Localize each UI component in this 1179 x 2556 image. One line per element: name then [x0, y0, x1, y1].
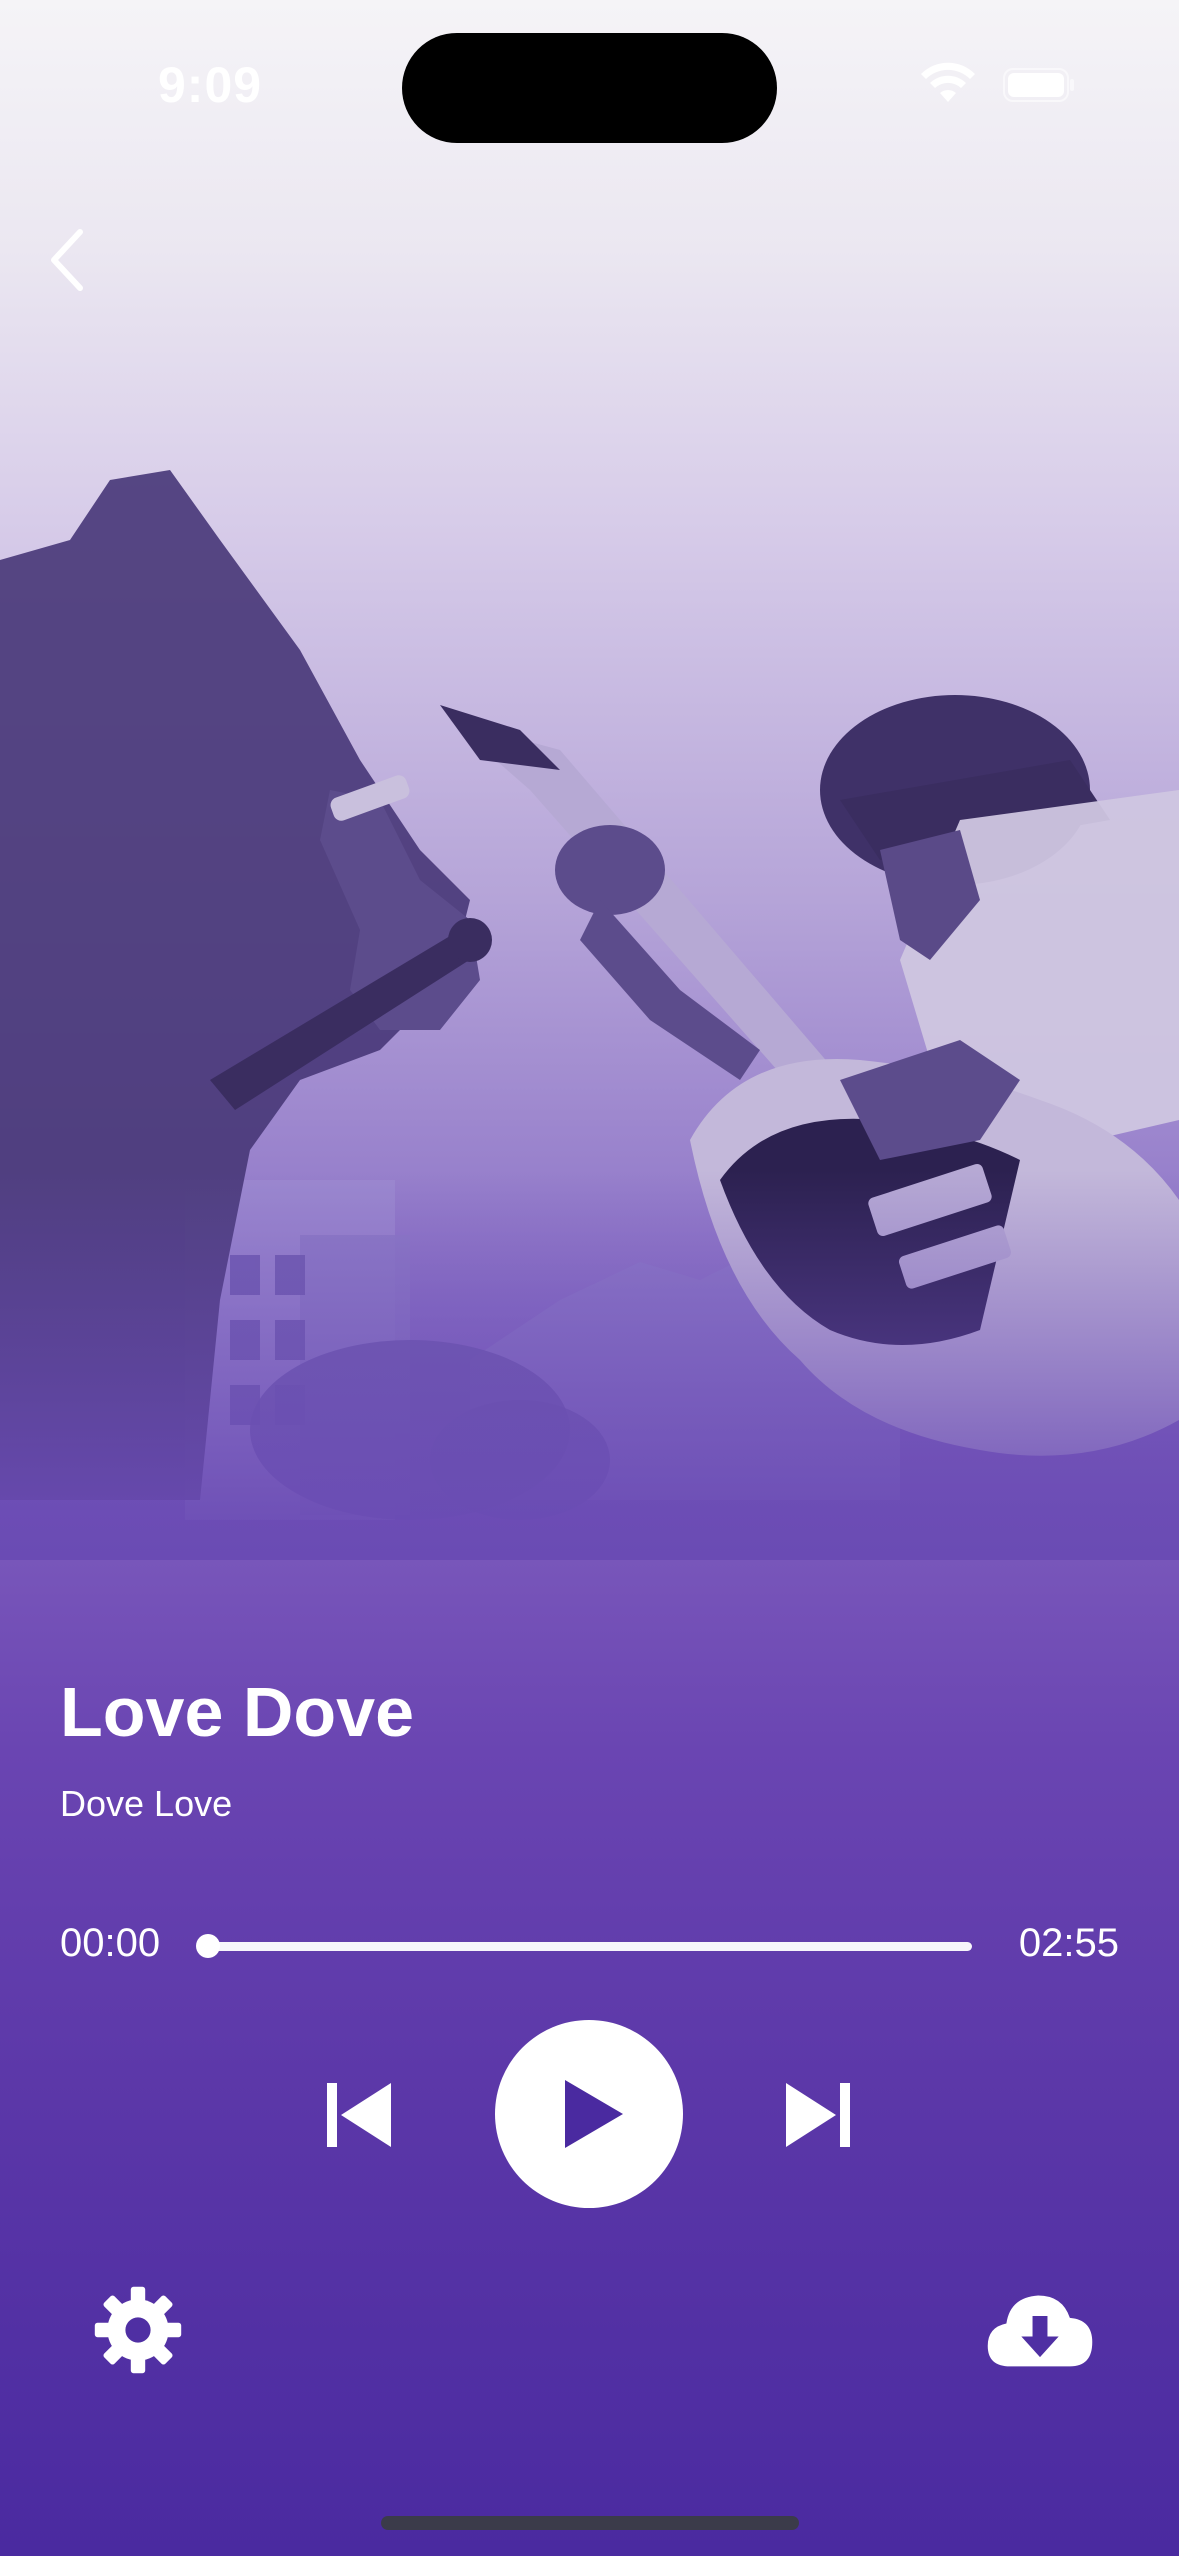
chevron-left-icon: [51, 229, 83, 291]
status-time: 9:09: [158, 57, 263, 113]
song-artist: Dove Love: [60, 1783, 233, 1824]
play-icon: [565, 2080, 623, 2148]
home-indicator: [381, 2516, 799, 2530]
battery-icon: [1003, 68, 1075, 102]
progress-thumb[interactable]: [196, 1934, 220, 1958]
next-button[interactable]: [773, 2070, 863, 2160]
wifi-icon: [920, 62, 976, 106]
back-button[interactable]: [38, 220, 98, 300]
cloud-download-icon: [987, 2295, 1093, 2367]
current-time: 00:00: [60, 1921, 161, 1965]
album-artwork: [0, 0, 1179, 1560]
progress-slider[interactable]: [208, 1942, 972, 1951]
download-button[interactable]: [982, 2280, 1098, 2380]
play-button[interactable]: [495, 2020, 683, 2208]
dynamic-island: [402, 33, 777, 143]
settings-button[interactable]: [90, 2282, 186, 2378]
gear-icon: [94, 2286, 182, 2374]
skip-previous-icon: [327, 2083, 391, 2147]
skip-next-icon: [786, 2083, 850, 2147]
previous-button[interactable]: [314, 2070, 404, 2160]
song-title: Love Dove: [60, 1673, 414, 1751]
player-screen: 9:09 Love Dove Dove Love 00:00 02:55: [0, 0, 1179, 2556]
total-time: 02:55: [1018, 1921, 1119, 1965]
